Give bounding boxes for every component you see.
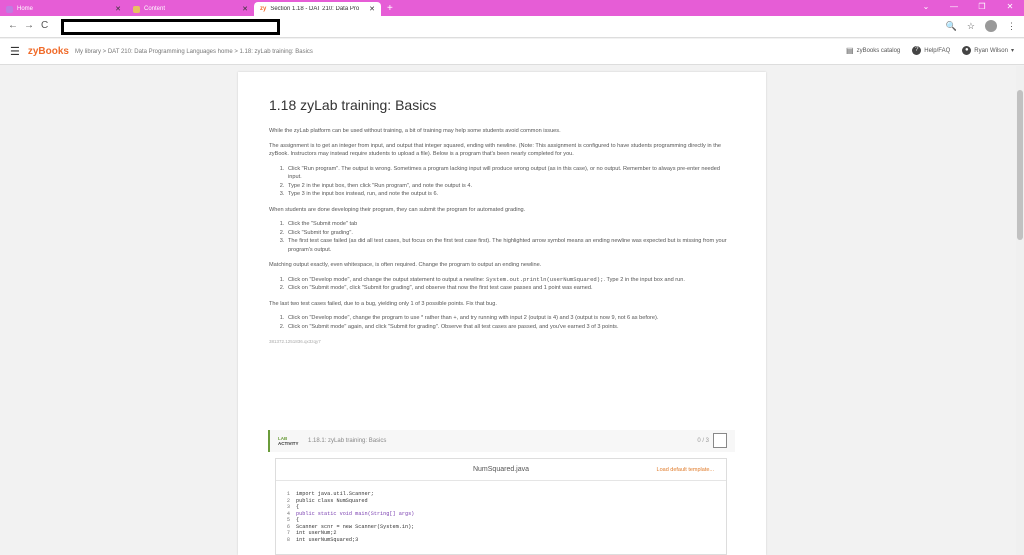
list-item: Click on "Submit mode" again, and click … <box>286 323 729 332</box>
page-title: 1.18 zyLab training: Basics <box>269 97 437 113</box>
lab-title: 1.18.1: zyLab training: Basics <box>308 438 387 444</box>
code-editor[interactable]: NumSquared.java Load default template...… <box>275 458 727 555</box>
list-item: Type 2 in the input box, then click "Run… <box>286 182 729 191</box>
tab-section-1-18[interactable]: zy Section 1.18 - DAT 210: Data Pro ✕ <box>254 2 381 16</box>
submit-paragraph: When students are done developing their … <box>269 206 526 213</box>
completion-box <box>713 433 727 448</box>
lab-activity: LAB ACTIVITY 1.18.1: zyLab training: Bas… <box>268 430 735 555</box>
reload-icon[interactable]: C <box>41 20 48 31</box>
list-text: Click on "Develop mode", and change the … <box>288 276 487 283</box>
code-lines[interactable]: 1 import java.util.Scanner; 2 public class… <box>276 491 726 543</box>
bug-paragraph: The last two test cases failed, due to a… <box>269 300 497 307</box>
user-name: Ryan Wilson <box>974 47 1008 54</box>
lab-activity-tag: LAB ACTIVITY <box>278 436 308 446</box>
tab-label: Content <box>144 6 166 12</box>
lab-header: LAB ACTIVITY 1.18.1: zyLab training: Bas… <box>268 430 735 452</box>
back-icon[interactable]: ← <box>8 20 18 31</box>
scrollbar-thumb[interactable] <box>1017 90 1023 240</box>
hamburger-menu-icon[interactable]: ☰ <box>10 45 20 58</box>
user-menu[interactable]: ● Ryan Wilson ▾ <box>962 46 1014 55</box>
list-item: Click "Submit for grading". <box>286 229 729 238</box>
file-name: NumSquared.java <box>472 466 530 473</box>
page-scrollbar[interactable] <box>1016 66 1024 555</box>
activity-id: 381372.1251836.qx3zqy7 <box>269 339 321 344</box>
code-text: int userNumSquared;3 <box>296 536 359 543</box>
new-tab-button[interactable]: + <box>387 2 393 16</box>
maximize-button[interactable]: ❐ <box>968 0 996 16</box>
list-item: Click on "Submit mode", click "Submit fo… <box>286 284 729 293</box>
newline-steps-list: Click on "Develop mode", and change the … <box>286 276 729 293</box>
help-icon: ? <box>912 46 922 55</box>
breadcrumb[interactable]: My library > DAT 210: Data Programming L… <box>75 49 313 55</box>
list-item: Click on "Develop mode", and change the … <box>286 276 729 285</box>
close-window-button[interactable]: ✕ <box>996 0 1024 16</box>
tab-search-icon[interactable]: ⌄ <box>912 0 940 16</box>
editor-header: NumSquared.java Load default template... <box>276 459 726 481</box>
inline-code: System.out.println(userNumSquared); <box>486 275 604 283</box>
catalog-link[interactable]: ▤ zyBooks catalog <box>846 46 900 55</box>
list-item: Click "Run program". The output is wrong… <box>286 165 729 182</box>
assignment-paragraph: The assignment is to get an integer from… <box>269 142 722 158</box>
zybooks-tab-icon: zy <box>260 6 267 12</box>
close-icon[interactable]: ✕ <box>242 5 248 13</box>
help-label: Help/FAQ <box>924 47 951 54</box>
address-bar-actions: 🔍 ☆ ⋮ <box>946 20 1016 32</box>
newline-paragraph: Matching output exactly, even whitespace… <box>269 262 542 268</box>
minimize-button[interactable]: — <box>940 0 968 16</box>
close-icon[interactable]: ✕ <box>369 5 375 13</box>
header-actions: ▤ zyBooks catalog ? Help/FAQ ● Ryan Wils… <box>846 46 1014 55</box>
bookmark-star-icon[interactable]: ☆ <box>967 21 975 32</box>
address-bar: ← → C 🔍 ☆ ⋮ <box>0 16 1024 38</box>
code-text: public static void main(String[] args) <box>296 510 415 517</box>
tab-home[interactable]: Home ✕ <box>0 2 127 16</box>
zybooks-logo[interactable]: zyBooks <box>28 46 69 57</box>
tab-label: Home <box>17 6 34 12</box>
home-tab-icon <box>6 5 13 13</box>
tab-content[interactable]: Content ✕ <box>127 2 254 16</box>
list-item: The first test case failed (as did all t… <box>286 237 729 254</box>
chevron-down-icon: ▾ <box>1010 48 1014 54</box>
content-tab-icon <box>133 5 140 13</box>
window-controls: ⌄ — ❐ ✕ <box>912 0 1024 16</box>
section-card: 1.18 zyLab training: Basics While the zy… <box>238 72 766 555</box>
catalog-icon: ▤ <box>846 46 854 55</box>
forward-icon[interactable]: → <box>24 20 34 31</box>
line-number: 8 <box>286 536 290 543</box>
list-text: . Type 2 in the input box and run. <box>603 276 685 283</box>
section-content: 1.18 zyLab training: Basics While the zy… <box>269 72 729 359</box>
user-icon: ● <box>962 46 972 55</box>
search-icon[interactable]: 🔍 <box>946 21 957 32</box>
zybooks-header: ☰ zyBooks My library > DAT 210: Data Pro… <box>0 39 1024 65</box>
profile-avatar[interactable] <box>985 20 997 32</box>
list-item: Click on "Develop mode", change the prog… <box>286 314 729 323</box>
list-item: Type 3 in the input box instead, run, an… <box>286 190 729 199</box>
tab-label: Section 1.18 - DAT 210: Data Pro <box>270 6 360 12</box>
close-icon[interactable]: ✕ <box>115 5 121 13</box>
lab-score: 0 / 3 <box>697 438 709 444</box>
browser-tab-bar: Home ✕ Content ✕ zy Section 1.18 - DAT 2… <box>0 0 1024 16</box>
submit-steps-list: Click the "Submit mode" tab Click "Submi… <box>286 220 729 254</box>
code-text: public class NumSquared <box>296 497 368 504</box>
intro-paragraph: While the zyLab platform can be used wit… <box>269 128 561 134</box>
list-item: Click the "Submit mode" tab <box>286 220 729 229</box>
bug-steps-list: Click on "Develop mode", change the prog… <box>286 314 729 331</box>
load-default-template-link[interactable]: Load default template... <box>657 467 714 473</box>
lab-tag-line: ACTIVITY <box>278 441 299 446</box>
code-line: 8 int userNumSquared;3 <box>276 537 726 544</box>
catalog-label: zyBooks catalog <box>856 47 901 54</box>
menu-kebab-icon[interactable]: ⋮ <box>1007 21 1016 32</box>
url-input[interactable] <box>61 19 280 35</box>
help-link[interactable]: ? Help/FAQ <box>912 46 950 55</box>
run-steps-list: Click "Run program". The output is wrong… <box>286 165 729 199</box>
